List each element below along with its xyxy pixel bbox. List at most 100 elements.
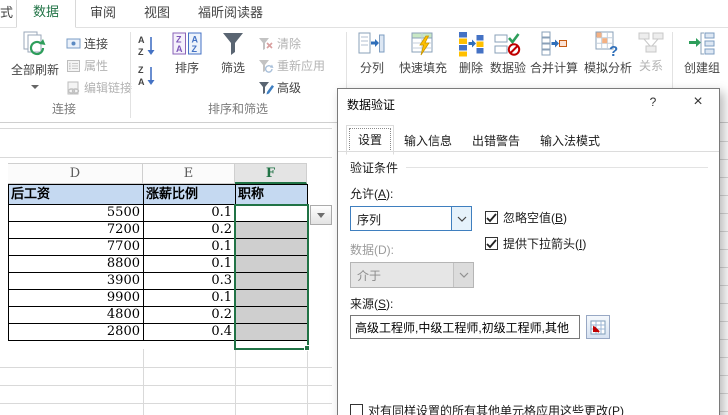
- cell-f-selected[interactable]: [236, 239, 308, 256]
- cell-d[interactable]: 7700: [9, 239, 144, 256]
- refresh-all-dropdown-caret[interactable]: [31, 85, 39, 89]
- edit-links-button: 编辑链接: [66, 79, 132, 96]
- close-button[interactable]: ×: [678, 89, 718, 116]
- cell-e[interactable]: 0.2: [144, 222, 236, 239]
- collapse-dialog-button[interactable]: [586, 315, 610, 339]
- column-header-f[interactable]: F: [235, 163, 307, 184]
- svg-text:A: A: [138, 77, 145, 87]
- reapply-filter-icon: [258, 58, 274, 73]
- data-label: 数据(D):: [350, 241, 394, 258]
- cell-d[interactable]: 5500: [9, 205, 144, 222]
- cell-d[interactable]: 9900: [9, 290, 144, 307]
- data-validation-button[interactable]: 数据验: [488, 30, 528, 76]
- gridline: [143, 349, 144, 415]
- in-cell-dropdown-checkbox[interactable]: 提供下拉箭头(I): [485, 235, 586, 252]
- svg-text:Z: Z: [138, 65, 144, 75]
- cell-e[interactable]: 0.4: [144, 324, 236, 341]
- table-row: 8800 0.1: [9, 256, 308, 273]
- fill-handle[interactable]: [304, 345, 310, 351]
- source-input[interactable]: [350, 315, 580, 339]
- data-table: 后工资 涨薪比例 职称 5500 0.1 7200 0.2 7700 0.1 8…: [8, 184, 308, 341]
- ignore-blank-checkbox[interactable]: 忽略空值(B): [485, 209, 567, 226]
- column-header-d[interactable]: D: [8, 163, 143, 184]
- cell-f-selected[interactable]: [236, 324, 308, 341]
- clear-filter-icon: [258, 36, 274, 51]
- svg-text:Z: Z: [192, 44, 198, 54]
- tab-data[interactable]: 数据: [16, 0, 76, 28]
- cell-e[interactable]: 0.3: [144, 273, 236, 290]
- advanced-filter-button[interactable]: 高级: [258, 79, 301, 96]
- svg-text:A: A: [138, 35, 145, 45]
- dialog-title: 数据验证: [347, 96, 395, 113]
- cell-f-selected[interactable]: [236, 222, 308, 239]
- tab-foxit-reader[interactable]: 福昕阅读器: [184, 0, 277, 27]
- cell-e[interactable]: 0.1: [144, 239, 236, 256]
- checkbox-unchecked-icon: [350, 404, 363, 415]
- cell-d[interactable]: 2800: [9, 324, 144, 341]
- cell-f-active[interactable]: [236, 205, 308, 222]
- cell-f-selected[interactable]: [236, 290, 308, 307]
- sort-ascending-button[interactable]: A Z: [137, 34, 157, 57]
- help-button[interactable]: ?: [638, 89, 668, 116]
- what-if-analysis-icon: ?: [594, 36, 622, 50]
- cell-d[interactable]: 8800: [9, 256, 144, 273]
- cell-header-salary[interactable]: 后工资: [9, 185, 144, 205]
- flash-fill-button[interactable]: 快速填充: [394, 30, 452, 76]
- ignore-blank-label: 忽略空值(B): [503, 209, 567, 226]
- cell-e[interactable]: 0.1: [144, 290, 236, 307]
- cell-f-selected[interactable]: [236, 307, 308, 324]
- dialog-titlebar[interactable]: 数据验证 ? ×: [338, 89, 719, 116]
- svg-text:A: A: [176, 44, 183, 54]
- gridline: [307, 349, 308, 415]
- data-combobox: 介于: [350, 262, 474, 288]
- filter-button[interactable]: 筛选: [212, 30, 254, 76]
- sort-descending-button[interactable]: Z A: [137, 64, 157, 87]
- column-header-e[interactable]: E: [143, 163, 235, 184]
- allow-combobox[interactable]: 序列: [350, 206, 472, 231]
- cell-d[interactable]: 3900: [9, 273, 144, 290]
- sort-button[interactable]: Z A A Z 排序: [164, 30, 210, 76]
- sort-ascending-icon: A Z: [137, 34, 157, 57]
- remove-duplicates-button[interactable]: 删除: [454, 30, 488, 76]
- group-separator: [130, 32, 131, 118]
- cell-e[interactable]: 0.1: [144, 256, 236, 273]
- relationships-icon: [638, 35, 664, 49]
- cell-d[interactable]: 7200: [9, 222, 144, 239]
- properties-icon: [66, 58, 81, 73]
- cell-f-selected[interactable]: [236, 273, 308, 290]
- group-label-sort-filter: 排序和筛选: [132, 100, 344, 118]
- tab-view[interactable]: 视图: [130, 0, 184, 27]
- cell-header-raise-ratio[interactable]: 涨薪比例: [144, 185, 236, 205]
- text-to-columns-button[interactable]: 分列: [352, 30, 392, 76]
- group-label-connections: 连接: [0, 100, 128, 118]
- combo-arrow: [453, 263, 473, 287]
- checkbox-checked-icon: [485, 237, 498, 250]
- edit-links-icon: [66, 80, 81, 95]
- dialog-tabs: 设置 输入信息 出错警告 输入法模式: [346, 125, 610, 154]
- combo-arrow[interactable]: [451, 207, 471, 230]
- checkbox-checked-icon: [485, 211, 498, 224]
- cell-e[interactable]: 0.1: [144, 205, 236, 222]
- cell-d[interactable]: 4800: [9, 307, 144, 324]
- tab-review[interactable]: 审阅: [76, 0, 130, 27]
- apply-all-checkbox[interactable]: 对有同样设置的所有其他单元格应用这些更改(P): [350, 402, 624, 415]
- svg-text:?: ?: [609, 43, 618, 58]
- column-headers: D E F: [8, 163, 307, 184]
- consolidate-button[interactable]: 合并计算: [528, 30, 580, 76]
- table-row: 7700 0.1: [9, 239, 308, 256]
- cell-e[interactable]: 0.2: [144, 307, 236, 324]
- text-to-columns-icon: [358, 36, 386, 50]
- refresh-all-button[interactable]: 全部刷新: [6, 30, 64, 92]
- validation-dropdown-button[interactable]: [310, 205, 332, 225]
- table-row: 2800 0.4: [9, 324, 308, 341]
- sort-icon: Z A A Z: [172, 36, 202, 50]
- cell-f-selected[interactable]: [236, 256, 308, 273]
- properties-button: 属性: [66, 57, 108, 74]
- relationships-button: 关系: [634, 30, 668, 74]
- cell-header-title[interactable]: 职称: [236, 185, 308, 205]
- group-cells-button[interactable]: 创建组: [678, 30, 726, 76]
- data-value: 介于: [351, 263, 453, 287]
- connections-button[interactable]: 连接: [66, 35, 108, 52]
- tab-formulas-partial[interactable]: 式: [0, 0, 16, 27]
- what-if-analysis-button[interactable]: ? 模拟分析: [582, 30, 634, 76]
